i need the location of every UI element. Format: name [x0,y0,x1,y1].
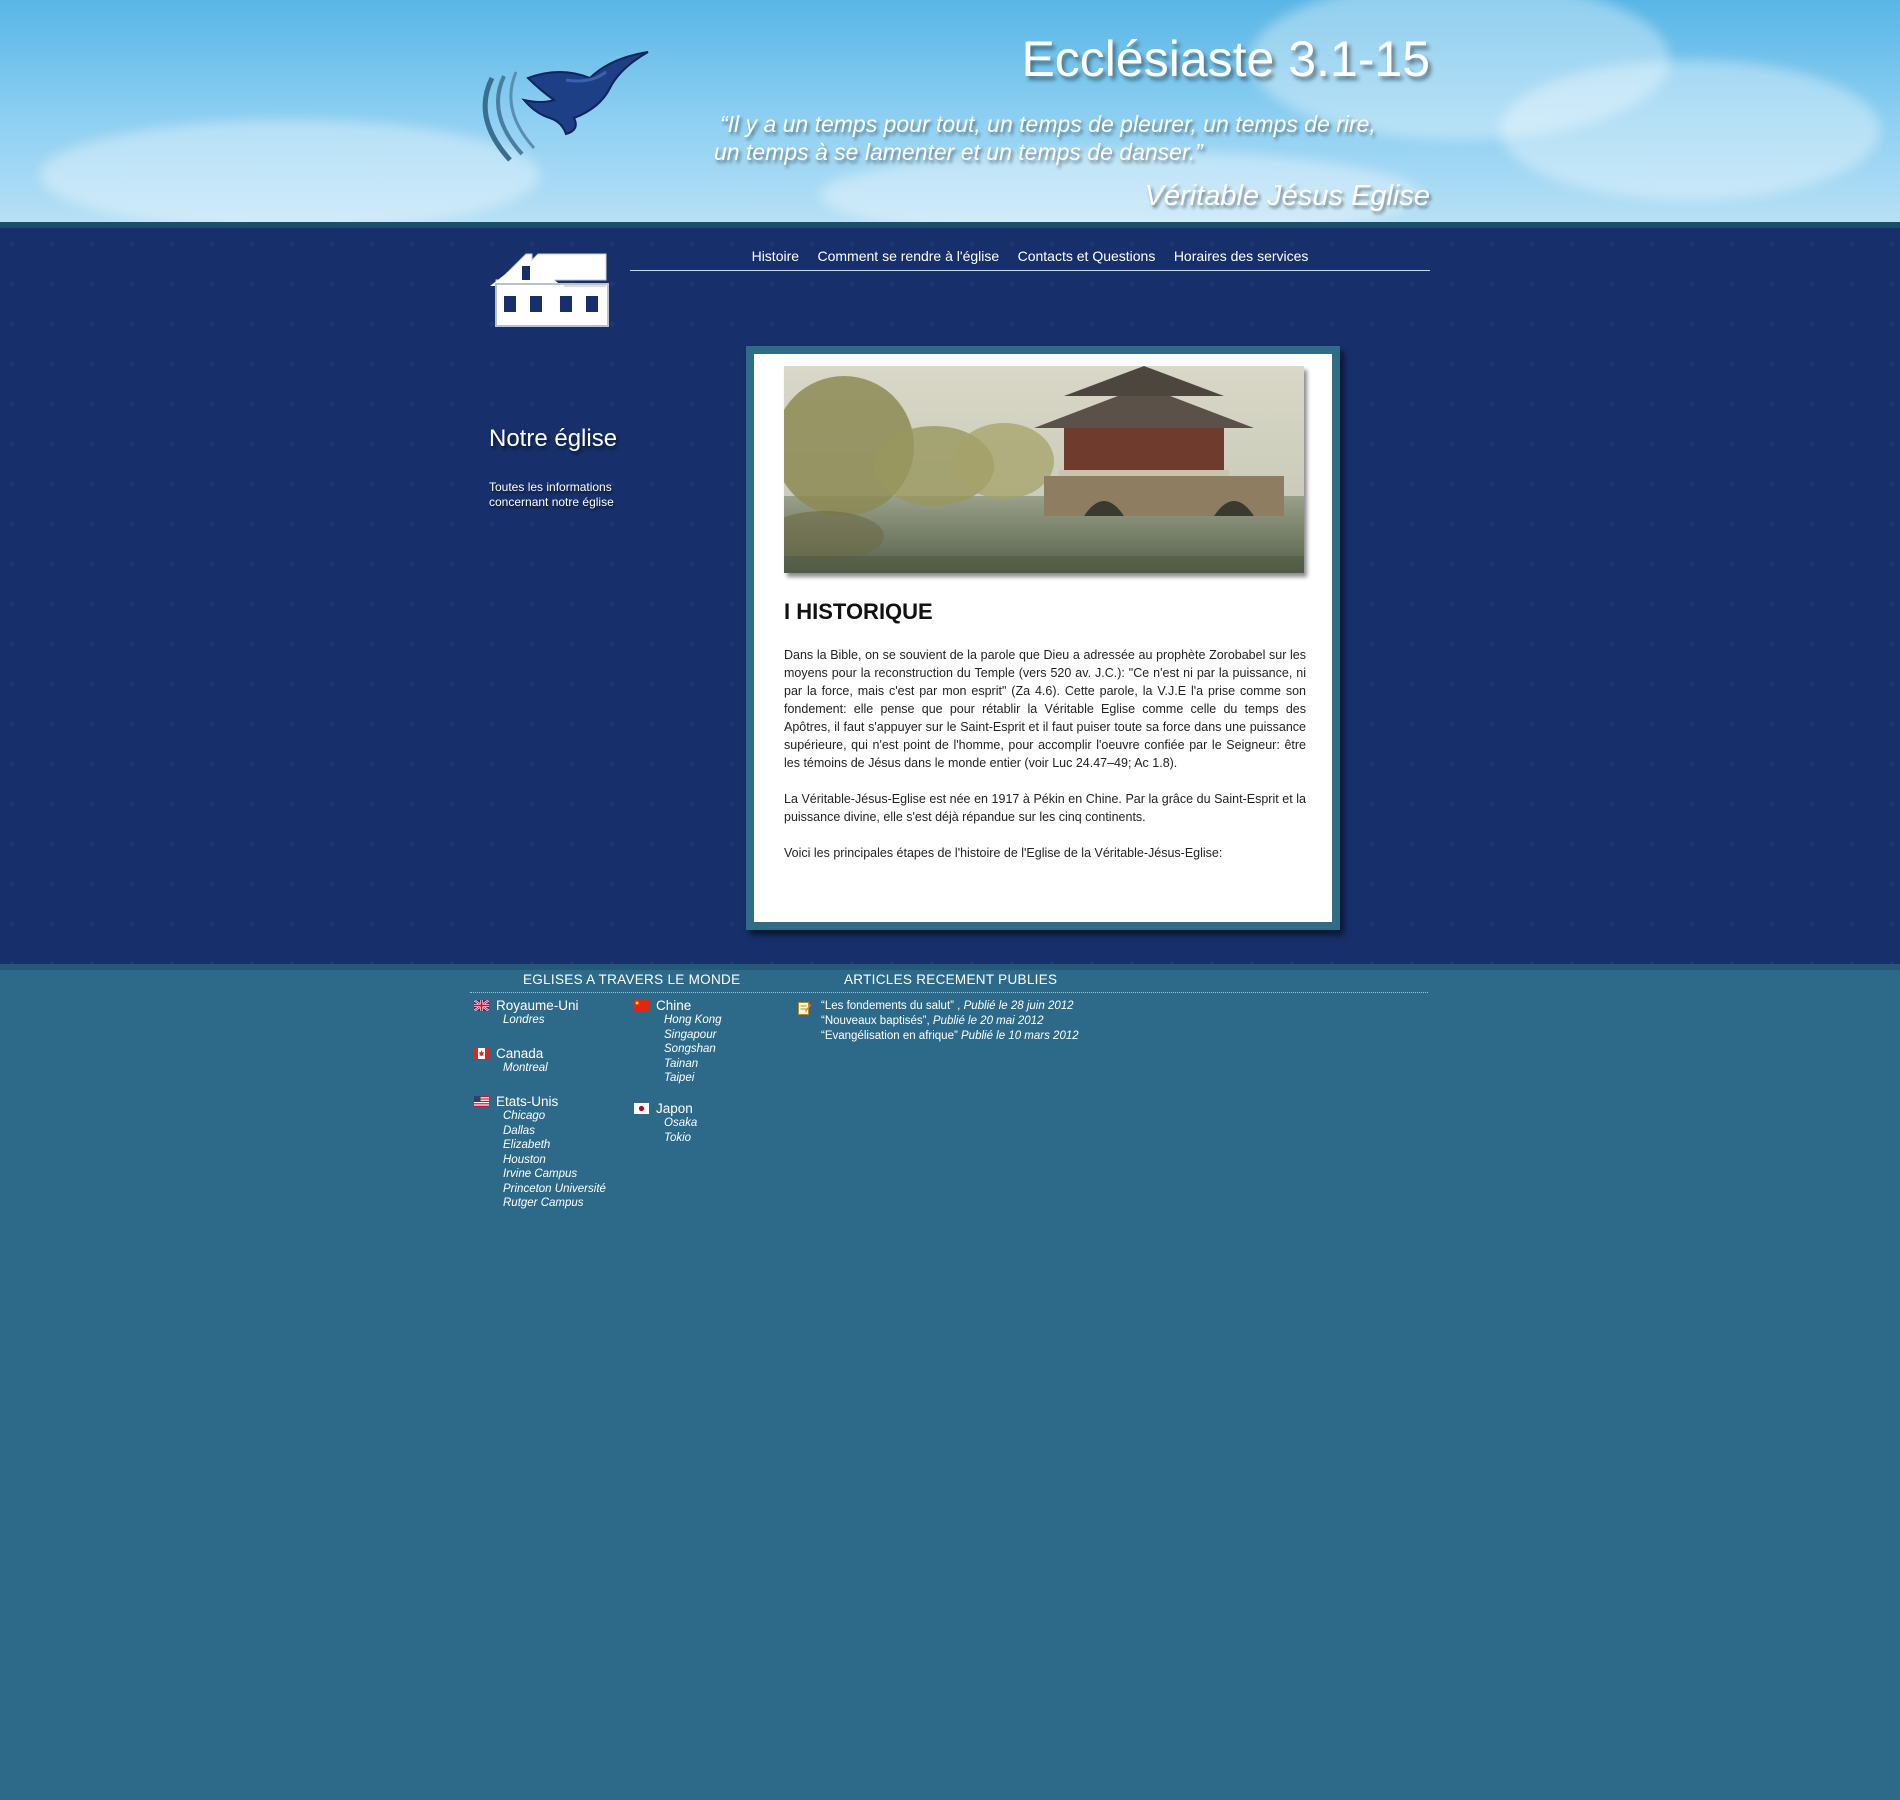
country-label: Japon [656,1101,693,1116]
city-link[interactable]: Rutger Campus [503,1196,606,1211]
cloud-decoration [1500,60,1880,200]
nav-item-histoire[interactable]: Histoire [752,248,799,264]
city-link[interactable]: Elizabeth [503,1138,606,1153]
home-icon[interactable] [488,250,610,328]
country-usa: Etats-Unis Chicago Dallas Elizabeth Hous… [474,1094,606,1211]
cloud-decoration [40,120,540,222]
china-flag-icon [634,1000,649,1011]
content-heading: I HISTORIQUE [784,599,933,624]
japan-flag-icon [634,1103,649,1114]
nav-item-service-hours[interactable]: Horaires des services [1174,248,1309,264]
quote-line-2: un temps à se lamenter et un temps de da… [714,139,1203,165]
content-paragraph: Voici les principales étapes de l'histoi… [784,846,1223,860]
header-banner: Ecclésiaste 3.1-15 “Il y a un temps pour… [0,0,1900,222]
usa-flag-icon [474,1096,489,1107]
city-link[interactable]: Tainan [664,1057,722,1072]
city-link[interactable]: Londres [503,1013,579,1028]
country-link-japan[interactable]: Japon [634,1101,697,1116]
nav-item-contacts[interactable]: Contacts et Questions [1018,248,1156,264]
article-date: Publié le 20 mai 2012 [932,1015,1044,1027]
city-link[interactable]: Dallas [503,1124,606,1139]
footer-rule [470,992,1428,993]
uk-flag-icon [474,1000,489,1011]
sidebar-title: Notre église [489,425,618,452]
header-quote: “Il y a un temps pour tout, un temps de … [690,110,1430,166]
quote-line-1: “Il y a un temps pour tout, un temps de … [720,111,1376,137]
article-link[interactable]: “Nouveaux baptisés”, Publié le 20 mai 20… [821,1014,1079,1029]
content-paragraph: La Véritable-Jésus-Eglise est née en 191… [784,792,1306,824]
country-link-canada[interactable]: Canada [474,1046,548,1061]
country-uk: Royaume-Uni Londres [474,998,579,1028]
country-label: Royaume-Uni [496,998,579,1013]
country-label: Etats-Unis [496,1094,559,1109]
article-title: “Nouveaux baptisés”, [821,1015,930,1027]
city-link[interactable]: Princeton Université [503,1182,606,1197]
city-link[interactable]: Singapour [664,1028,722,1043]
dove-logo-icon[interactable] [470,48,660,168]
nav-item-directions[interactable]: Comment se rendre à l'église [818,248,1000,264]
city-link[interactable]: Songshan [664,1042,722,1057]
content-paragraph: Dans la Bible, on se souvient de la paro… [784,648,1306,770]
footer-section [0,970,1900,1800]
article-title: “Les fondements du salut” , [821,1000,961,1012]
country-label: Canada [496,1046,544,1061]
city-link[interactable]: Tokio [664,1131,697,1146]
city-link[interactable]: Chicago [503,1109,606,1124]
city-link[interactable]: Osaka [664,1116,697,1131]
article-title: “Evangélisation en afrique” [821,1030,958,1042]
church-name: Véritable Jésus Eglise [1144,180,1430,212]
article-link[interactable]: “Evangélisation en afrique” Publié le 10… [821,1029,1079,1044]
country-link-uk[interactable]: Royaume-Uni [474,998,579,1013]
article-link[interactable]: “Les fondements du salut” , Publié le 28… [821,999,1079,1014]
city-link[interactable]: Hong Kong [664,1013,722,1028]
churches-heading: EGLISES A TRAVERS LE MONDE [523,972,741,987]
city-link[interactable]: Montreal [503,1061,548,1076]
country-link-china[interactable]: Chine [634,998,722,1013]
page-title: Ecclésiaste 3.1-15 [1021,31,1430,87]
city-link[interactable]: Houston [503,1153,606,1168]
content-card: I HISTORIQUE Dans la Bible, on se souvie… [754,354,1332,922]
content-body: Dans la Bible, on se souvient de la paro… [784,646,1306,880]
country-china: Chine Hong Kong Singapour Songshan Taina… [634,998,722,1086]
pagoda-bridge-photo [784,366,1304,573]
country-canada: Canada Montreal [474,1046,548,1076]
main-nav: Histoire Comment se rendre à l'église Co… [630,248,1430,271]
city-link[interactable]: Taipei [664,1071,722,1086]
canada-flag-icon [474,1048,489,1059]
sidebar-description: Toutes les informations concernant notre… [489,480,614,509]
article-note-icon [798,1002,811,1015]
country-label: Chine [656,998,692,1013]
article-date: Publié le 28 juin 2012 [963,1000,1074,1012]
country-japan: Japon Osaka Tokio [634,1101,697,1145]
article-date: Publié le 10 mars 2012 [961,1030,1079,1042]
country-link-usa[interactable]: Etats-Unis [474,1094,606,1109]
recent-articles-list: “Les fondements du salut” , Publié le 28… [798,999,1079,1044]
content-card-frame: I HISTORIQUE Dans la Bible, on se souvie… [746,346,1340,930]
city-link[interactable]: Irvine Campus [503,1167,606,1182]
articles-heading: ARTICLES RECEMENT PUBLIES [844,972,1058,987]
